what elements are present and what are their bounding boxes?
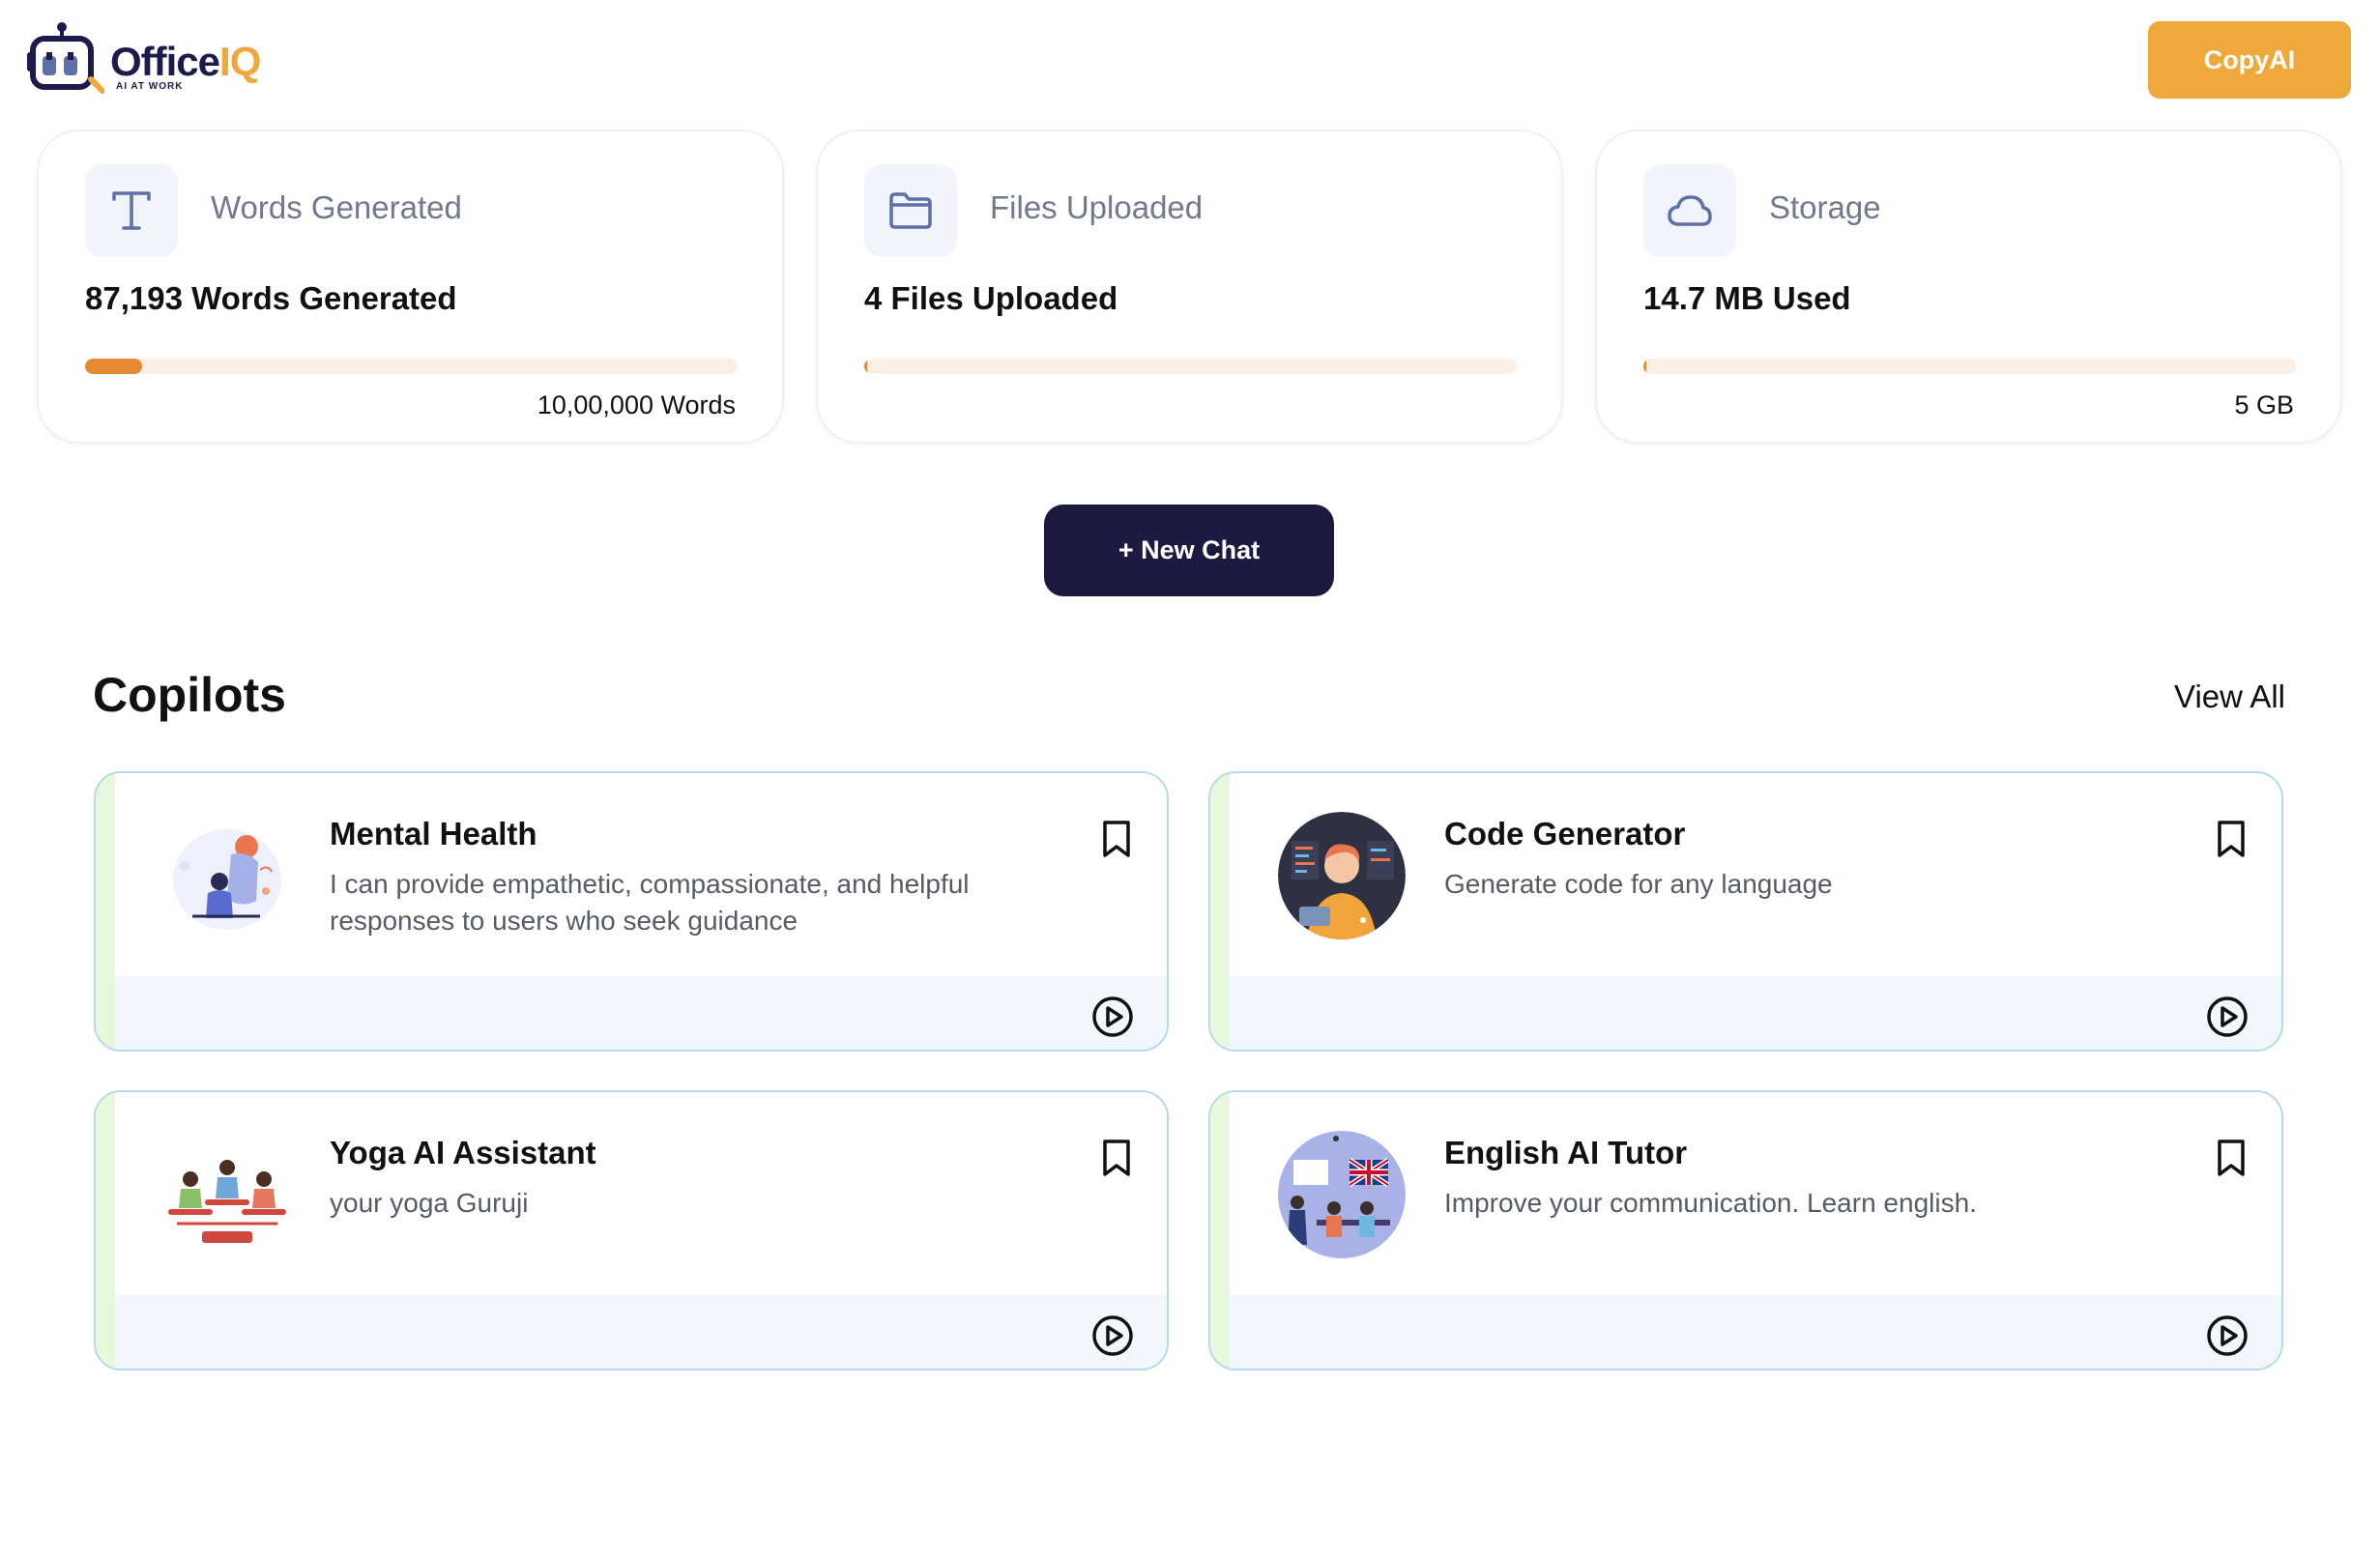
bookmark-icon[interactable] [1099,820,1134,858]
new-chat-button[interactable]: + New Chat [1044,505,1334,596]
stat-card-storage: Storage 14.7 MB Used 5 GB [1595,130,2342,444]
copilot-card-english-ai-tutor[interactable]: English AI Tutor Improve your communicat… [1208,1090,2283,1370]
folder-icon [864,164,957,257]
card-accent [96,1092,115,1369]
logo-text-main: Office [110,39,220,84]
view-all-link[interactable]: View All [2174,678,2285,715]
stat-label: Storage [1769,189,1881,225]
copilot-title: English AI Tutor [1444,1135,1688,1170]
usage-stats: Words Generated 87,193 Words Generated 1… [37,130,2342,444]
copilot-description: Improve your communication. Learn englis… [1444,1188,1977,1218]
stat-label: Words Generated [211,189,462,225]
progress-bar [864,359,1517,374]
header: OfficeIQ AI AT WORK CopyAI [0,0,2380,126]
progress-bar [85,359,738,374]
card-accent [1210,773,1230,1050]
progress-fill [85,359,142,374]
stat-value: 14.7 MB Used [1643,280,1851,316]
copyai-button[interactable]: CopyAI [2148,21,2351,99]
yoga-illustration-icon [163,1131,291,1258]
stat-card-files: Files Uploaded 4 Files Uploaded [816,130,1563,444]
copilot-card-mental-health[interactable]: Mental Health I can provide empathetic, … [94,771,1169,1052]
copilot-card-code-generator[interactable]: Code Generator Generate code for any lan… [1208,771,2283,1052]
card-accent [1210,1092,1230,1369]
code-generator-illustration-icon [1278,812,1406,939]
bookmark-icon[interactable] [1099,1139,1134,1177]
play-icon[interactable] [1091,995,1134,1038]
stat-value: 4 Files Uploaded [864,280,1118,316]
play-icon[interactable] [1091,1314,1134,1357]
stat-limit: 10,00,000 Words [537,390,736,419]
logo-text-accent: IQ [219,39,261,84]
text-icon [85,164,178,257]
copilot-description: I can provide empathetic, compassionate,… [330,869,970,936]
stat-card-words: Words Generated 87,193 Words Generated 1… [37,130,784,444]
copilot-title: Yoga AI Assistant [330,1135,596,1170]
copilot-card-yoga-ai-assistant[interactable]: Yoga AI Assistant your yoga Guruji [94,1090,1169,1370]
progress-fill [864,359,867,374]
copilots-heading: Copilots [93,668,286,722]
play-icon[interactable] [2206,995,2249,1038]
logo-wordmark: OfficeIQ AI AT WORK [110,39,261,97]
stat-limit: 5 GB [2234,390,2294,419]
copilot-title: Code Generator [1444,816,1686,851]
stat-label: Files Uploaded [990,189,1204,225]
mental-health-illustration-icon [165,814,289,938]
copilot-title: Mental Health [330,816,537,851]
play-icon[interactable] [2206,1314,2249,1357]
copilot-description: Generate code for any language [1444,869,1833,899]
officeiq-logo[interactable]: OfficeIQ AI AT WORK [27,21,261,99]
stat-value: 87,193 Words Generated [85,280,457,316]
progress-bar [1643,359,2296,374]
logo-tagline: AI AT WORK [116,81,184,92]
progress-fill [1643,359,1646,374]
card-accent [96,773,115,1050]
cloud-icon [1643,164,1736,257]
bookmark-icon[interactable] [2214,1139,2249,1177]
robot-logo-icon [27,22,104,94]
copilot-description: your yoga Guruji [330,1188,529,1218]
bookmark-icon[interactable] [2214,820,2249,858]
english-tutor-illustration-icon [1278,1131,1406,1258]
